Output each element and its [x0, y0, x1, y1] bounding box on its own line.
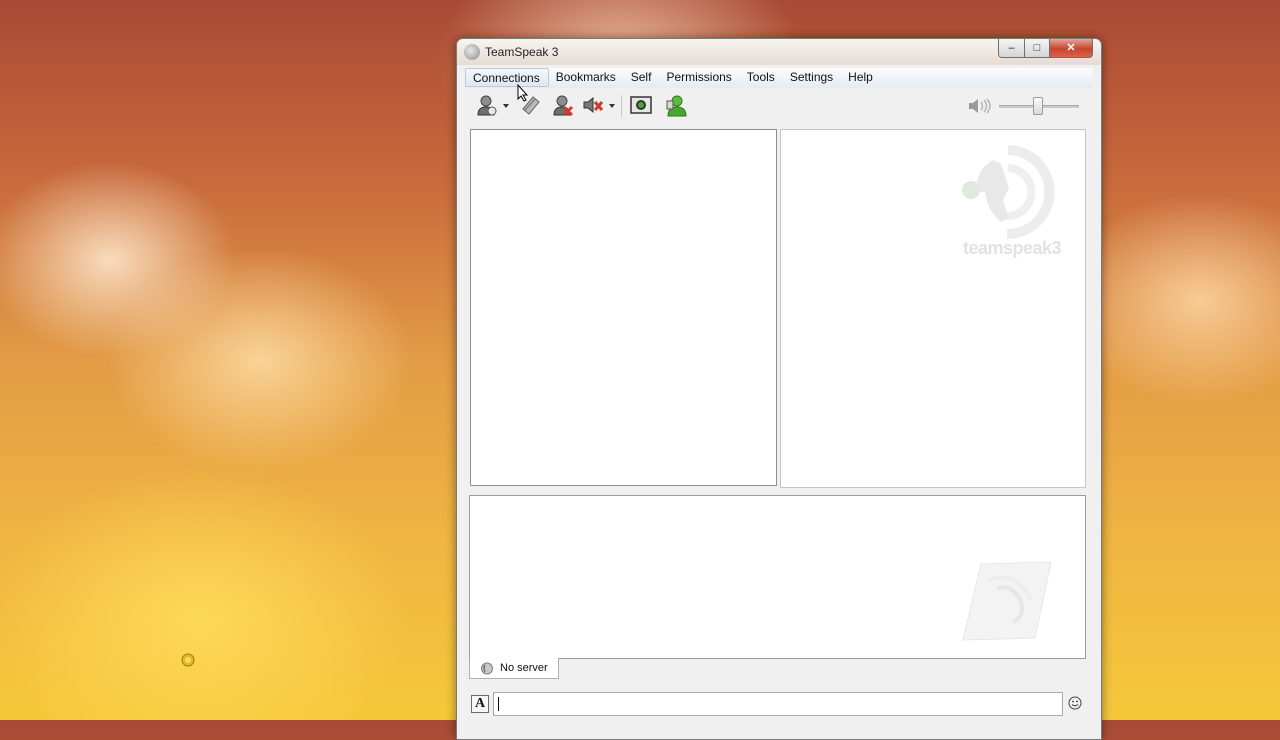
- text-format-button[interactable]: A: [471, 695, 489, 713]
- connect-dropdown-arrow[interactable]: [503, 104, 509, 108]
- disconnect-icon[interactable]: [551, 93, 575, 117]
- server-tree-panel[interactable]: [470, 129, 777, 486]
- chat-watermark-icon: [962, 561, 1052, 641]
- mouse-cursor-icon: [517, 84, 529, 102]
- menu-permissions[interactable]: Permissions: [659, 68, 739, 87]
- teamspeak-watermark-text: teamspeak3: [963, 238, 1062, 258]
- volume-slider-thumb[interactable]: [1033, 97, 1043, 115]
- menu-tools[interactable]: Tools: [740, 68, 783, 87]
- menu-self[interactable]: Self: [624, 68, 660, 87]
- smiley-icon[interactable]: [1068, 696, 1082, 710]
- server-info-panel: teamspeak3: [780, 129, 1086, 488]
- tab-label: No server: [500, 662, 548, 674]
- chat-log-panel[interactable]: [469, 495, 1086, 659]
- menu-connections[interactable]: Connections: [465, 68, 549, 87]
- teamspeak-logo-icon: [464, 44, 480, 60]
- mute-dropdown-arrow[interactable]: [609, 104, 615, 108]
- title-bar[interactable]: TeamSpeak 3 – □ ✕: [457, 39, 1101, 65]
- connect-icon[interactable]: [475, 93, 499, 117]
- toolbar-separator: [621, 95, 622, 117]
- text-caret: [498, 697, 499, 711]
- menu-settings[interactable]: Settings: [783, 68, 841, 87]
- window-title: TeamSpeak 3: [485, 45, 559, 59]
- speaker-icon: [969, 98, 991, 114]
- minimize-button[interactable]: –: [998, 39, 1025, 58]
- capture-icon[interactable]: [629, 93, 653, 117]
- contacts-icon[interactable]: [665, 93, 689, 117]
- close-button[interactable]: ✕: [1050, 39, 1093, 58]
- chat-input[interactable]: [493, 692, 1063, 716]
- maximize-button[interactable]: □: [1025, 39, 1050, 58]
- mute-speakers-icon[interactable]: [581, 93, 605, 117]
- teamspeak-window: TeamSpeak 3 – □ ✕ Connections Bookmarks …: [456, 38, 1102, 740]
- menu-help[interactable]: Help: [841, 68, 881, 87]
- teamspeak-icon: [481, 662, 493, 675]
- menu-bar: Connections Bookmarks Self Permissions T…: [465, 68, 1093, 88]
- tab-no-server[interactable]: No server: [469, 658, 559, 679]
- desktop-shortcut-icon[interactable]: [180, 652, 196, 668]
- toolbar: [467, 91, 1087, 121]
- menu-bookmarks[interactable]: Bookmarks: [549, 68, 624, 87]
